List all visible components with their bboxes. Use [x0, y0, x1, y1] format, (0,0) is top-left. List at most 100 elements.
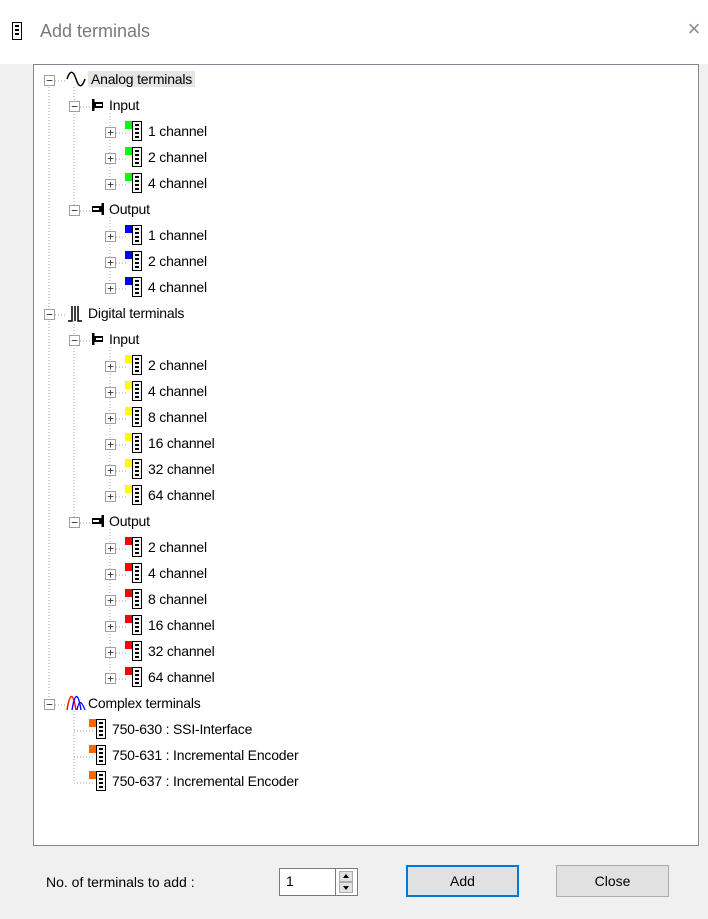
terminal-count-input[interactable]: 1	[279, 868, 336, 896]
terminal-module-icon	[89, 745, 107, 770]
tree-item[interactable]: +32 channel	[34, 458, 694, 480]
terminal-module-icon	[125, 563, 143, 588]
expand-icon[interactable]: +	[105, 569, 116, 580]
tree-item-label: Complex terminals	[88, 695, 201, 711]
terminal-module-icon	[125, 667, 143, 692]
terminal-module-icon	[125, 277, 143, 302]
tree-item[interactable]: +2 channel	[34, 250, 694, 272]
terminal-module-icon	[89, 719, 107, 744]
collapse-icon[interactable]: −	[44, 75, 55, 86]
terminal-module-icon	[125, 251, 143, 276]
terminal-count-label: No. of terminals to add :	[46, 874, 195, 890]
output-arrow-icon	[91, 202, 105, 220]
tree-item[interactable]: +16 channel	[34, 614, 694, 636]
add-button[interactable]: Add	[406, 865, 519, 897]
terminal-module-icon	[125, 355, 143, 380]
tree-item[interactable]: +1 channel	[34, 224, 694, 246]
terminal-count-spinner[interactable]	[336, 868, 358, 896]
expand-icon[interactable]: +	[105, 179, 116, 190]
tree-item-label: Input	[109, 331, 140, 347]
terminal-module-icon	[125, 433, 143, 458]
expand-icon[interactable]: +	[105, 491, 116, 502]
terminal-block-icon	[12, 22, 22, 40]
expand-icon[interactable]: +	[105, 647, 116, 658]
spin-down-button[interactable]	[339, 882, 353, 893]
terminal-module-icon	[125, 537, 143, 562]
tree-item[interactable]: +1 channel	[34, 120, 694, 142]
tree-item-label: 16 channel	[148, 617, 215, 633]
tree-item-label: Analog terminals	[88, 71, 196, 87]
tree-item[interactable]: +64 channel	[34, 666, 694, 688]
terminal-module-icon	[125, 121, 143, 146]
title-bar: Add terminals ×	[0, 0, 708, 64]
tree-item-label: 2 channel	[148, 253, 207, 269]
collapse-icon[interactable]: −	[69, 205, 80, 216]
expand-icon[interactable]: +	[105, 387, 116, 398]
expand-icon[interactable]: +	[105, 439, 116, 450]
tree-group[interactable]: − Output	[34, 198, 694, 220]
tree-item[interactable]: +4 channel	[34, 172, 694, 194]
tree-item[interactable]: +16 channel	[34, 432, 694, 454]
tree-item[interactable]: +4 channel	[34, 562, 694, 584]
tree-item[interactable]: +4 channel	[34, 380, 694, 402]
tree-item-label: 4 channel	[148, 565, 207, 581]
collapse-icon[interactable]: −	[44, 309, 55, 320]
expand-icon[interactable]: +	[105, 231, 116, 242]
tree-item[interactable]: +2 channel	[34, 536, 694, 558]
close-icon[interactable]: ×	[684, 18, 704, 40]
terminal-tree-view[interactable]: − Analog terminals − Input +1 channel +2 chan…	[33, 64, 699, 846]
tree-item[interactable]: +8 channel	[34, 406, 694, 428]
close-button[interactable]: Close	[556, 865, 669, 897]
expand-icon[interactable]: +	[105, 127, 116, 138]
tree-item[interactable]: +4 channel	[34, 276, 694, 298]
expand-icon[interactable]: +	[105, 361, 116, 372]
tree-item[interactable]: 750-637 : Incremental Encoder	[34, 770, 694, 792]
terminal-module-icon	[125, 615, 143, 640]
expand-icon[interactable]: +	[105, 257, 116, 268]
expand-icon[interactable]: +	[105, 413, 116, 424]
tree-item[interactable]: 750-631 : Incremental Encoder	[34, 744, 694, 766]
tree-item-label: 4 channel	[148, 383, 207, 399]
tree-item-label: 750-637 : Incremental Encoder	[112, 773, 299, 789]
collapse-icon[interactable]: −	[69, 517, 80, 528]
collapse-icon[interactable]: −	[44, 699, 55, 710]
tree-group[interactable]: − Input	[34, 94, 694, 116]
tree-item[interactable]: 750-630 : SSI-Interface	[34, 718, 694, 740]
tree-item[interactable]: +2 channel	[34, 146, 694, 168]
tree-item-label: 2 channel	[148, 357, 207, 373]
multi-wave-icon	[66, 694, 86, 717]
tree-item-label: 750-631 : Incremental Encoder	[112, 747, 299, 763]
tree-category[interactable]: − Complex terminals	[34, 692, 694, 714]
expand-icon[interactable]: +	[105, 543, 116, 554]
sine-wave-icon	[66, 70, 86, 93]
tree-item-label: 2 channel	[148, 539, 207, 555]
expand-icon[interactable]: +	[105, 153, 116, 164]
tree-item-label: 2 channel	[148, 149, 207, 165]
expand-icon[interactable]: +	[105, 621, 116, 632]
square-wave-icon	[66, 304, 86, 327]
collapse-icon[interactable]: −	[69, 335, 80, 346]
expand-icon[interactable]: +	[105, 465, 116, 476]
tree-item[interactable]: +2 channel	[34, 354, 694, 376]
tree-item[interactable]: +8 channel	[34, 588, 694, 610]
tree-item-label: Output	[109, 201, 150, 217]
spin-up-button[interactable]	[339, 871, 353, 882]
expand-icon[interactable]: +	[105, 595, 116, 606]
tree-item-label: 64 channel	[148, 487, 215, 503]
terminal-module-icon	[125, 173, 143, 198]
tree-group[interactable]: − Output	[34, 510, 694, 532]
input-arrow-icon	[91, 332, 105, 350]
tree-category[interactable]: − Analog terminals	[34, 68, 694, 90]
collapse-icon[interactable]: −	[69, 101, 80, 112]
tree-category[interactable]: − Digital terminals	[34, 302, 694, 324]
tree-item-label: 4 channel	[148, 279, 207, 295]
expand-icon[interactable]: +	[105, 283, 116, 294]
tree-item-label: 1 channel	[148, 123, 207, 139]
terminal-module-icon	[125, 381, 143, 406]
tree-item-label: Output	[109, 513, 150, 529]
expand-icon[interactable]: +	[105, 673, 116, 684]
tree-group[interactable]: − Input	[34, 328, 694, 350]
tree-item[interactable]: +64 channel	[34, 484, 694, 506]
tree-item[interactable]: +32 channel	[34, 640, 694, 662]
tree-item-label: 8 channel	[148, 591, 207, 607]
